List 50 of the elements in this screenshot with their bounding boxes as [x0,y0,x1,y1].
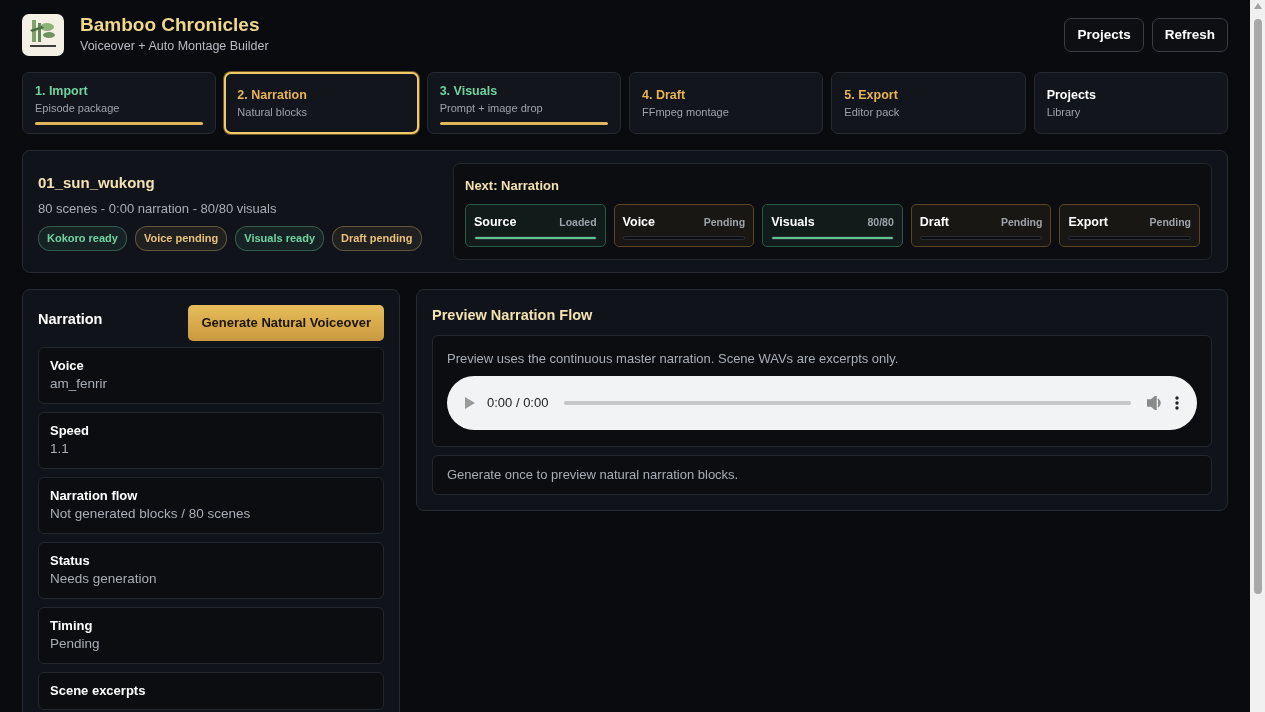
status-pill: Voice pending [134,226,228,251]
field-value: Needs generation [50,570,158,589]
more-icon[interactable] [1175,396,1179,411]
stage-value: Pending [703,214,746,230]
status-pill: Kokoro ready [38,226,127,251]
pipeline-title: Next: Narration [465,177,560,195]
field-label: Voice [50,356,85,375]
app-subtitle: Voiceover + Auto Montage Builder [80,38,269,55]
field-label: Scene excerpts [50,682,147,701]
field-value: Not generated blocks / 80 scenes [50,505,252,524]
section-title: Preview Narration Flow [432,306,594,326]
seek-bar[interactable] [564,401,1131,406]
field-value: am_fenrir [50,374,109,393]
app-title: Bamboo Chronicles [80,14,261,37]
stage-value: Pending [1000,214,1043,230]
field-label: Speed [50,421,90,440]
field-label: Timing [50,617,94,636]
field-value: Pending [50,635,101,654]
status-pill: Draft pending [332,226,422,251]
field-label: Narration flow [50,486,139,505]
audio-player[interactable]: 0:00 / 0:00 [447,376,1197,431]
generate-button[interactable]: Generate Natural Voiceover [188,305,384,341]
preview-note: Preview uses the continuous master narration. Scene WAVs are excerpts only. [447,350,900,368]
step-tab[interactable]: Projects Library [1033,72,1228,134]
step-tab[interactable]: 1. Import Episode package [22,72,217,134]
step-tab[interactable]: 3. Visuals Prompt + image drop [426,72,621,134]
projects-button[interactable]: Projects [1064,17,1144,53]
time-readout: 0:00 / 0:00 [487,394,549,413]
stage-value: Pending [1149,214,1191,230]
stage-name: Source [474,213,517,231]
preview-hint: Generate once to preview natural narration blocks. [447,466,740,485]
scrollbar[interactable] [1250,0,1265,712]
stage-name: Draft [919,213,949,231]
stage-name: Visuals [771,213,815,231]
episode-summary: 80 scenes - 0:00 narration - 80/80 visuals [38,199,278,218]
status-pill: Visuals ready [235,226,324,251]
refresh-button[interactable]: Refresh [1151,17,1228,53]
stage-value: Loaded [559,214,597,230]
field-label: Status [50,552,91,570]
volume-icon[interactable] [1147,396,1163,411]
step-tab[interactable]: 4. Draft FFmpeg montage [629,72,824,134]
step-tab[interactable]: 5. Export Editor pack [831,72,1026,134]
step-tab[interactable]: 2. Narration Natural blocks [224,72,419,134]
stage-name: Export [1068,213,1108,231]
field-value: 1.1 [50,440,70,458]
stage-value: 80/80 [867,214,894,230]
play-icon[interactable] [465,397,475,410]
section-title: Narration [38,310,103,330]
episode-name: 01_sun_wukong [38,173,156,194]
stage-name: Voice [622,213,655,231]
